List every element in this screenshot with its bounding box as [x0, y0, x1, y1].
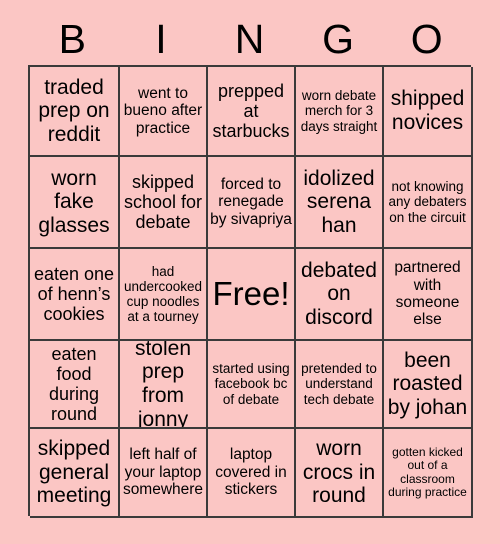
- bingo-cell[interactable]: not knowing any debaters on the circuit: [384, 157, 473, 249]
- bingo-cell[interactable]: worn crocs in round: [296, 429, 384, 518]
- bingo-cell[interactable]: stolen prep from jonny: [120, 341, 208, 429]
- bingo-cell-text: laptop covered in stickers: [215, 446, 287, 499]
- bingo-free-space[interactable]: Free!: [208, 249, 296, 341]
- bingo-cell[interactable]: gotten kicked out of a classroom during …: [384, 429, 473, 518]
- bingo-cell-text: worn debate merch for 3 days straight: [300, 88, 378, 134]
- bingo-cell[interactable]: pretended to understand tech debate: [296, 341, 384, 429]
- bingo-cell-text: eaten one of henn’s cookies: [33, 263, 115, 325]
- bingo-cell-text: been roasted by johan: [387, 348, 468, 419]
- bingo-cell[interactable]: idolized serena han: [296, 157, 384, 249]
- bingo-header-letter-i: I: [155, 16, 167, 62]
- bingo-header: B I N G O: [28, 14, 471, 65]
- bingo-cell[interactable]: partnered with someone else: [384, 249, 473, 341]
- bingo-cell-text: left half of your laptop somewhere: [122, 446, 204, 499]
- bingo-cell[interactable]: shipped novices: [384, 67, 473, 157]
- bingo-cell-text: gotten kicked out of a classroom during …: [388, 444, 467, 499]
- bingo-free-space-text: Free!: [212, 274, 290, 312]
- bingo-grid: traded prep on reddit went to bueno afte…: [28, 65, 473, 518]
- bingo-cell-text: pretended to understand tech debate: [301, 361, 377, 407]
- bingo-cell[interactable]: left half of your laptop somewhere: [120, 429, 208, 518]
- bingo-cell-text: traded prep on reddit: [38, 75, 110, 146]
- bingo-cell[interactable]: went to bueno after practice: [120, 67, 208, 157]
- bingo-cell[interactable]: prepped at starbucks: [208, 67, 296, 157]
- bingo-cell-text: worn fake glasses: [38, 166, 110, 237]
- bingo-cell[interactable]: been roasted by johan: [384, 341, 473, 429]
- bingo-cell[interactable]: skipped general meeting: [30, 429, 120, 518]
- bingo-cell-text: worn crocs in round: [302, 437, 376, 508]
- bingo-cell-text: shipped novices: [390, 87, 465, 134]
- bingo-cell-text: skipped school for debate: [123, 171, 203, 233]
- bingo-header-letter-n: N: [234, 16, 265, 62]
- bingo-cell[interactable]: skipped school for debate: [120, 157, 208, 249]
- bingo-cell[interactable]: started using facebook bc of debate: [208, 341, 296, 429]
- bingo-cell-text: not knowing any debaters on the circuit: [388, 179, 467, 225]
- bingo-header-letter-o: O: [410, 16, 443, 62]
- bingo-cell[interactable]: worn fake glasses: [30, 157, 120, 249]
- bingo-cell-text: partnered with someone else: [394, 259, 461, 329]
- bingo-cell-text: started using facebook bc of debate: [212, 361, 290, 407]
- bingo-cell-text: prepped at starbucks: [212, 80, 290, 142]
- bingo-cell-text: skipped general meeting: [36, 437, 112, 508]
- bingo-header-letter-b: B: [58, 16, 86, 62]
- bingo-cell[interactable]: worn debate merch for 3 days straight: [296, 67, 384, 157]
- bingo-cell[interactable]: laptop covered in stickers: [208, 429, 296, 518]
- bingo-cell-text: debated on discord: [301, 258, 377, 329]
- bingo-cell-text: stolen prep from jonny: [134, 341, 192, 429]
- bingo-header-letter-g: G: [322, 16, 355, 62]
- bingo-card: B I N G O traded prep on reddit went to …: [0, 0, 500, 544]
- bingo-cell[interactable]: forced to renegade by sivapriya: [208, 157, 296, 249]
- bingo-cell[interactable]: debated on discord: [296, 249, 384, 341]
- bingo-cell[interactable]: traded prep on reddit: [30, 67, 120, 157]
- bingo-cell-text: forced to renegade by sivapriya: [210, 175, 292, 228]
- bingo-cell-text: idolized serena han: [303, 166, 375, 237]
- bingo-cell-text: went to bueno after practice: [123, 84, 203, 137]
- bingo-cell[interactable]: eaten one of henn’s cookies: [30, 249, 120, 341]
- bingo-cell-text: eaten food during round: [48, 343, 100, 425]
- bingo-cell[interactable]: eaten food during round: [30, 341, 120, 429]
- bingo-cell-text: had undercooked cup noodles at a tourney: [123, 263, 203, 325]
- bingo-cell[interactable]: had undercooked cup noodles at a tourney: [120, 249, 208, 341]
